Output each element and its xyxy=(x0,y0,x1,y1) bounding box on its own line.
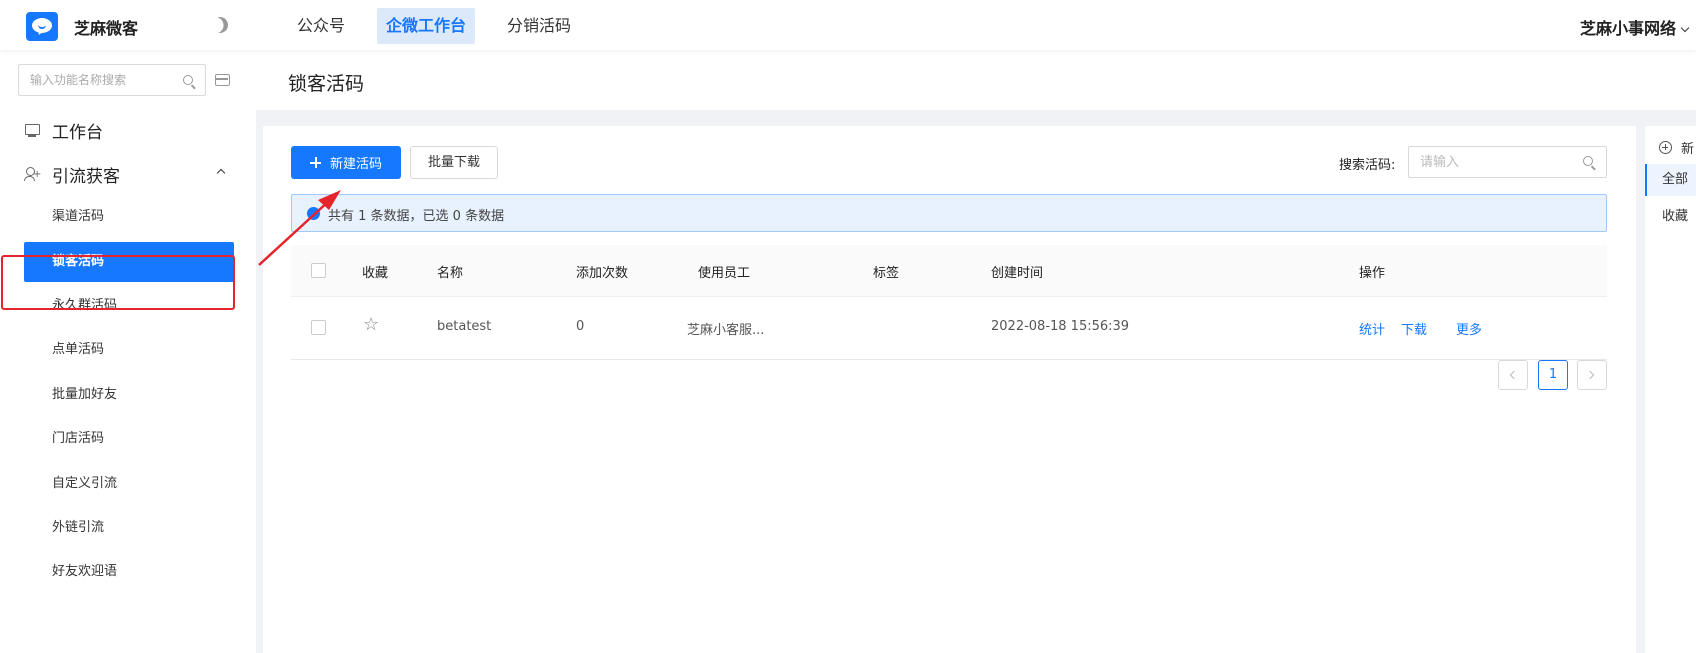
page-header: 锁客活码 xyxy=(256,50,1696,110)
sidebar-item-channel-code[interactable]: 渠道活码 xyxy=(24,197,234,237)
tab-all[interactable]: 全部 xyxy=(1645,164,1696,196)
sidebar-item-permanent-group-code[interactable]: 永久群活码 xyxy=(24,286,234,326)
right-new-button[interactable]: 新 xyxy=(1659,138,1694,157)
row-checkbox[interactable] xyxy=(311,320,326,335)
sidebar-item-workbench[interactable]: 工作台 xyxy=(24,120,103,143)
top-nav: 公众号 企微工作台 分销活码 xyxy=(288,8,603,44)
column-staff: 使用员工 xyxy=(698,266,751,281)
sidebar-item-store-code[interactable]: 门店活码 xyxy=(24,419,234,459)
search-icon[interactable] xyxy=(1583,156,1593,166)
layout-toggle-icon[interactable] xyxy=(215,74,230,86)
table-header: 收藏 名称 添加次数 使用员工 标签 创建时间 操作 xyxy=(291,245,1607,297)
star-icon[interactable]: ☆ xyxy=(363,316,379,334)
sidebar-item-batch-add-friends[interactable]: 批量加好友 xyxy=(24,375,234,415)
chevron-right-icon xyxy=(1585,370,1595,380)
chevron-left-icon xyxy=(1509,370,1519,380)
code-search xyxy=(1408,146,1607,178)
right-panel: 新 全部 收藏 xyxy=(1645,126,1696,653)
page-title: 锁客活码 xyxy=(288,73,365,95)
user-add-icon xyxy=(24,166,41,182)
search-icon[interactable] xyxy=(183,75,193,85)
top-bar: 芝麻微客 公众号 企微工作台 分销活码 芝麻小事网络 xyxy=(0,0,1696,50)
selection-info-text: 共有 1 条数据，已选 0 条数据 xyxy=(328,209,505,224)
batch-download-button[interactable]: 批量下载 xyxy=(410,146,498,179)
sidebar-group-label: 引流获客 xyxy=(52,166,120,187)
next-page-button[interactable] xyxy=(1577,360,1607,390)
chevron-up-icon[interactable] xyxy=(216,168,226,178)
nav-official-account[interactable]: 公众号 xyxy=(288,8,354,44)
sidebar-item-custom-traffic[interactable]: 自定义引流 xyxy=(24,464,234,504)
cell-adds: 0 xyxy=(576,319,585,334)
cell-staff: 芝麻小客服... xyxy=(687,323,765,338)
new-code-button[interactable]: 新建活码 xyxy=(291,146,401,179)
column-created: 创建时间 xyxy=(991,266,1044,281)
cell-name: betatest xyxy=(437,319,492,334)
column-adds: 添加次数 xyxy=(576,266,629,281)
nav-distribution-code[interactable]: 分销活码 xyxy=(498,8,580,44)
code-search-input[interactable] xyxy=(1409,147,1569,177)
chevron-down-icon xyxy=(1680,23,1690,33)
sidebar-search-input[interactable] xyxy=(19,65,169,95)
sidebar-item-external-link[interactable]: 外链引流 xyxy=(24,508,234,548)
main-card: 新建活码 批量下载 搜索活码: 共有 1 条数据，已选 0 条数据 收藏 名称 … xyxy=(263,126,1636,653)
info-icon xyxy=(307,207,320,220)
new-code-label: 新建活码 xyxy=(329,157,382,172)
monitor-icon xyxy=(24,122,40,138)
sidebar-item-lock-customer-code[interactable]: 锁客活码 xyxy=(24,242,234,282)
search-label: 搜索活码: xyxy=(1339,158,1396,173)
brand-name: 芝麻微客 xyxy=(74,19,139,38)
sidebar-group-traffic[interactable]: 引流获客 xyxy=(24,164,120,187)
column-fav: 收藏 xyxy=(362,266,389,281)
download-link[interactable]: 下载 xyxy=(1401,319,1427,338)
dark-mode-icon[interactable] xyxy=(209,14,231,36)
nav-wecom-workbench[interactable]: 企微工作台 xyxy=(377,8,476,44)
select-all-checkbox[interactable] xyxy=(311,263,326,278)
sidebar: 工作台 引流获客 渠道活码 锁客活码 永久群活码 点单活码 批量加好友 门店活码… xyxy=(0,50,256,653)
page-number-button[interactable]: 1 xyxy=(1538,360,1568,390)
plus-icon xyxy=(309,157,321,168)
account-menu[interactable]: 芝麻小事网络 xyxy=(1580,15,1690,39)
right-new-label: 新 xyxy=(1681,142,1695,157)
cell-created: 2022-08-18 15:56:39 xyxy=(991,319,1130,334)
selection-info-bar: 共有 1 条数据，已选 0 条数据 xyxy=(291,194,1607,232)
column-name: 名称 xyxy=(437,266,464,281)
sidebar-item-order-code[interactable]: 点单活码 xyxy=(24,330,234,370)
tab-favorites[interactable]: 收藏 xyxy=(1645,201,1696,233)
column-tags: 标签 xyxy=(873,266,900,281)
table-row: ☆ betatest 0 芝麻小客服... 2022-08-18 15:56:3… xyxy=(291,297,1607,360)
account-name: 芝麻小事网络 xyxy=(1580,19,1677,38)
sidebar-item-welcome-message[interactable]: 好友欢迎语 xyxy=(24,552,234,592)
column-ops: 操作 xyxy=(1359,266,1386,281)
stats-link[interactable]: 统计 xyxy=(1359,319,1385,338)
sidebar-search xyxy=(18,64,206,96)
prev-page-button[interactable] xyxy=(1498,360,1528,390)
plus-circle-icon xyxy=(1659,141,1672,154)
logo-icon[interactable] xyxy=(26,12,58,41)
sidebar-item-label: 工作台 xyxy=(52,122,103,143)
more-link[interactable]: 更多 xyxy=(1456,319,1482,338)
